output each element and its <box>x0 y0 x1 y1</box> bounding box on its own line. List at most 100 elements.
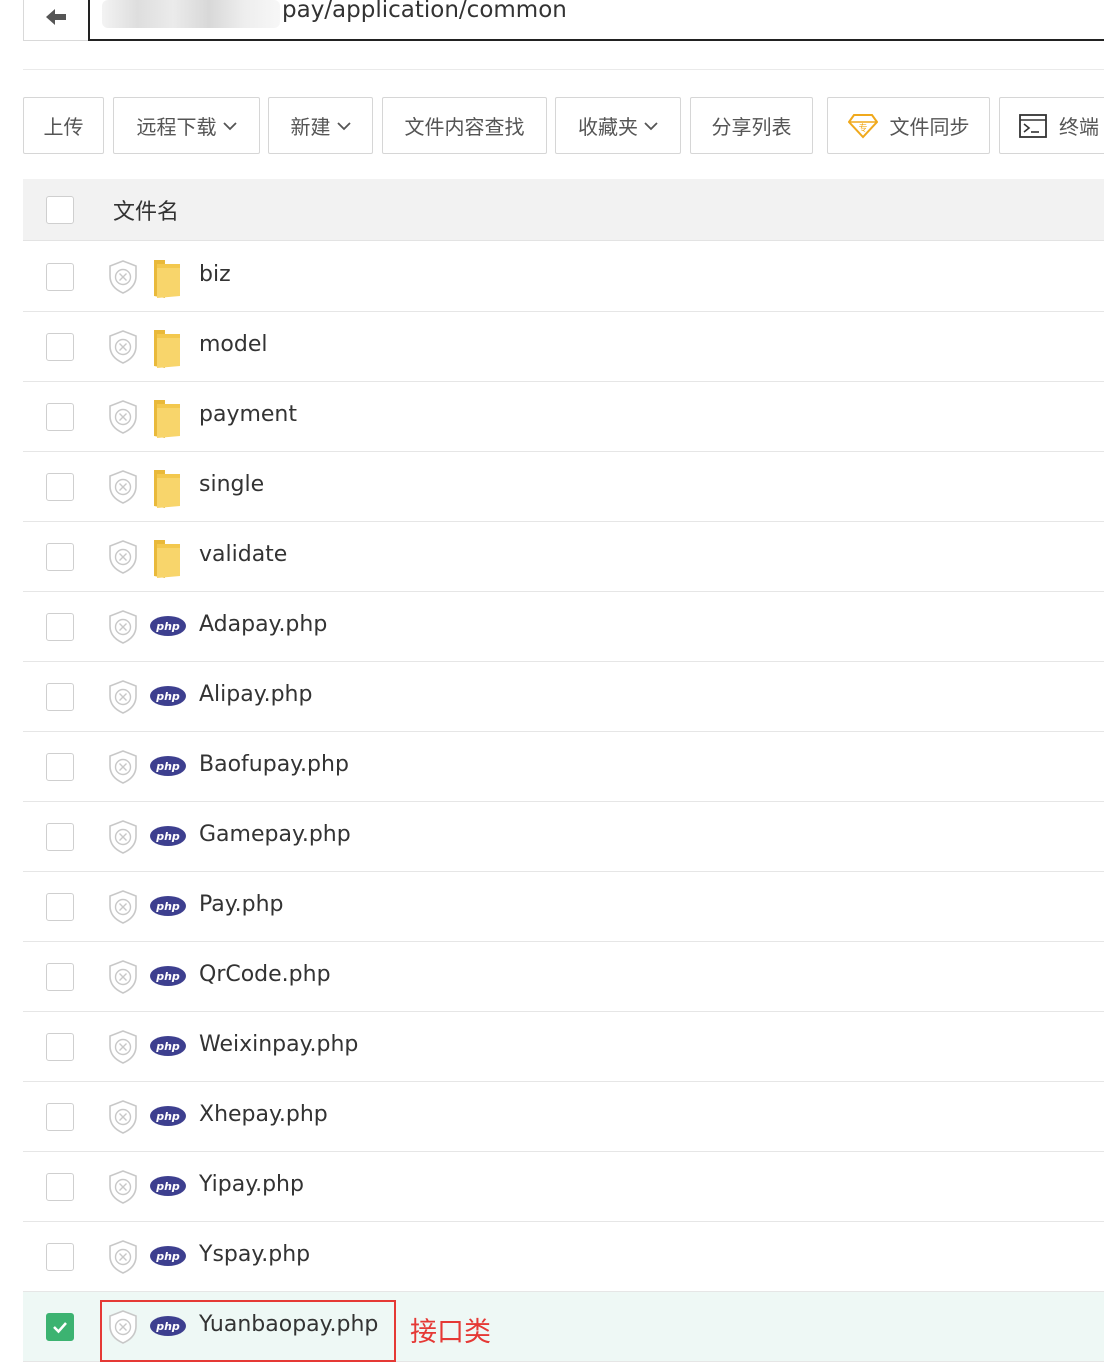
folder-icon <box>151 256 183 304</box>
php-file-icon: php <box>149 755 187 781</box>
protection-shield-icon[interactable] <box>107 1239 139 1279</box>
file-name[interactable]: Pay.php <box>199 892 284 917</box>
new-dropdown[interactable]: 新建 <box>268 97 373 154</box>
table-row[interactable]: biz <box>23 242 1104 312</box>
file-name[interactable]: biz <box>199 262 231 287</box>
table-row[interactable]: php Xhepay.php <box>23 1082 1104 1152</box>
filename-column-header[interactable]: 文件名 <box>113 194 179 226</box>
row-checkbox[interactable] <box>46 333 74 361</box>
row-checkbox[interactable] <box>46 683 74 711</box>
row-checkbox[interactable] <box>46 1173 74 1201</box>
svg-text:php: php <box>155 970 180 983</box>
file-name[interactable]: Alipay.php <box>199 682 312 707</box>
remote-download-dropdown[interactable]: 远程下载 <box>113 97 260 154</box>
table-row[interactable]: php QrCode.php <box>23 942 1104 1012</box>
svg-text:php: php <box>155 1040 180 1053</box>
row-checkbox[interactable] <box>46 1103 74 1131</box>
protection-shield-icon[interactable] <box>107 539 139 579</box>
file-sync-label: 文件同步 <box>889 115 970 139</box>
protection-shield-icon[interactable] <box>107 1099 139 1139</box>
php-file-icon: php <box>149 825 187 851</box>
svg-text:php: php <box>155 830 180 843</box>
folder-icon <box>151 396 183 444</box>
protection-shield-icon[interactable] <box>107 819 139 859</box>
table-row[interactable]: php Yipay.php <box>23 1152 1104 1222</box>
php-file-icon: php <box>149 615 187 641</box>
protection-shield-icon[interactable] <box>107 259 139 299</box>
php-file-icon: php <box>149 1175 187 1201</box>
upload-button[interactable]: 上传 <box>23 97 104 154</box>
table-row[interactable]: php Alipay.php <box>23 662 1104 732</box>
table-row[interactable]: php Yspay.php <box>23 1222 1104 1292</box>
share-list-button[interactable]: 分享列表 <box>690 97 813 154</box>
table-row[interactable]: model <box>23 312 1104 382</box>
file-name[interactable]: Xhepay.php <box>199 1102 328 1127</box>
file-name[interactable]: single <box>199 472 264 497</box>
table-row[interactable]: php Pay.php <box>23 872 1104 942</box>
file-name[interactable]: Baofupay.php <box>199 752 349 777</box>
highlight-box <box>100 1300 396 1362</box>
protection-shield-icon[interactable] <box>107 329 139 369</box>
row-checkbox[interactable] <box>46 403 74 431</box>
protection-shield-icon[interactable] <box>107 749 139 789</box>
row-checkbox[interactable] <box>46 753 74 781</box>
file-name[interactable]: Yipay.php <box>199 1172 304 1197</box>
php-file-icon: php <box>149 685 187 711</box>
svg-text:php: php <box>155 690 180 703</box>
svg-text:php: php <box>155 1250 180 1263</box>
protection-shield-icon[interactable] <box>107 469 139 509</box>
svg-text:php: php <box>155 1110 180 1123</box>
svg-text:php: php <box>155 760 180 773</box>
table-row[interactable]: validate <box>23 522 1104 592</box>
content-search-button[interactable]: 文件内容查找 <box>382 97 547 154</box>
remote-download-label: 远程下载 <box>136 115 217 139</box>
table-row[interactable]: php Gamepay.php <box>23 802 1104 872</box>
upload-label: 上传 <box>43 115 84 139</box>
chevron-down-icon <box>222 121 237 130</box>
file-name[interactable]: payment <box>199 402 297 427</box>
row-checkbox[interactable] <box>46 263 74 291</box>
php-file-icon: php <box>149 1035 187 1061</box>
file-name[interactable]: Gamepay.php <box>199 822 351 847</box>
table-row[interactable]: php Weixinpay.php <box>23 1012 1104 1082</box>
file-name[interactable]: Adapay.php <box>199 612 327 637</box>
file-name[interactable]: model <box>199 332 268 357</box>
protection-shield-icon[interactable] <box>107 959 139 999</box>
file-name[interactable]: QrCode.php <box>199 962 331 987</box>
table-row[interactable]: payment <box>23 382 1104 452</box>
protection-shield-icon[interactable] <box>107 399 139 439</box>
row-checkbox[interactable] <box>46 543 74 571</box>
terminal-button[interactable]: 终端 <box>999 97 1104 154</box>
row-checkbox[interactable] <box>46 893 74 921</box>
row-checkbox[interactable] <box>46 823 74 851</box>
protection-shield-icon[interactable] <box>107 609 139 649</box>
terminal-label: 终端 <box>1059 115 1099 139</box>
protection-shield-icon[interactable] <box>107 1169 139 1209</box>
back-button[interactable] <box>23 0 89 41</box>
file-name[interactable]: validate <box>199 542 287 567</box>
table-row[interactable]: php Baofupay.php <box>23 732 1104 802</box>
chevron-down-icon <box>336 121 351 130</box>
row-checkbox[interactable] <box>46 1243 74 1271</box>
share-list-label: 分享列表 <box>711 115 792 139</box>
favorites-dropdown[interactable]: 收藏夹 <box>555 97 681 154</box>
path-input[interactable]: pay/application/common <box>88 0 1104 41</box>
file-sync-button[interactable]: 专 文件同步 <box>827 97 990 154</box>
protection-shield-icon[interactable] <box>107 889 139 929</box>
row-checkbox[interactable] <box>46 1313 74 1341</box>
svg-text:php: php <box>155 620 180 633</box>
row-checkbox[interactable] <box>46 613 74 641</box>
file-name[interactable]: Yspay.php <box>199 1242 310 1267</box>
protection-shield-icon[interactable] <box>107 679 139 719</box>
table-row[interactable]: php Adapay.php <box>23 592 1104 662</box>
select-all-checkbox[interactable] <box>46 196 74 224</box>
protection-shield-icon[interactable] <box>107 1029 139 1069</box>
row-checkbox[interactable] <box>46 1033 74 1061</box>
folder-icon <box>151 466 183 514</box>
row-checkbox[interactable] <box>46 963 74 991</box>
table-row[interactable]: single <box>23 452 1104 522</box>
table-header: 文件名 <box>23 179 1104 241</box>
row-checkbox[interactable] <box>46 473 74 501</box>
new-label: 新建 <box>290 115 331 139</box>
file-name[interactable]: Weixinpay.php <box>199 1032 358 1057</box>
